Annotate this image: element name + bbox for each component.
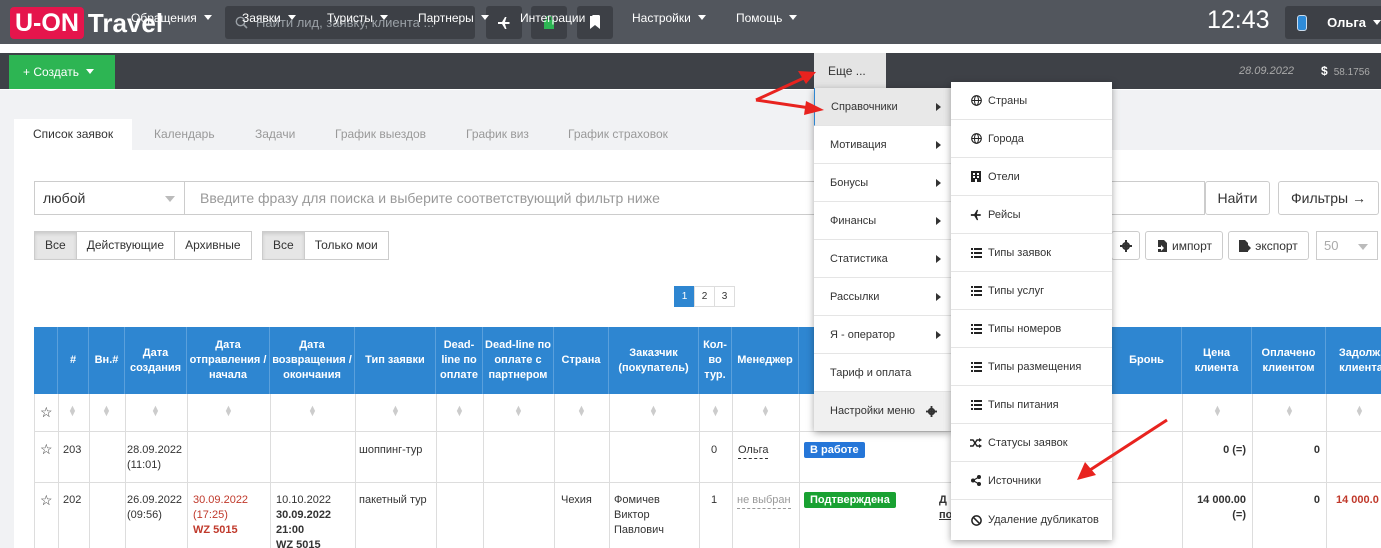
- red-arrow-icon: [755, 71, 816, 102]
- red-arrow-icon: [1077, 418, 1168, 480]
- annotation-arrows: [755, 71, 1168, 480]
- red-arrow-icon: [755, 98, 824, 115]
